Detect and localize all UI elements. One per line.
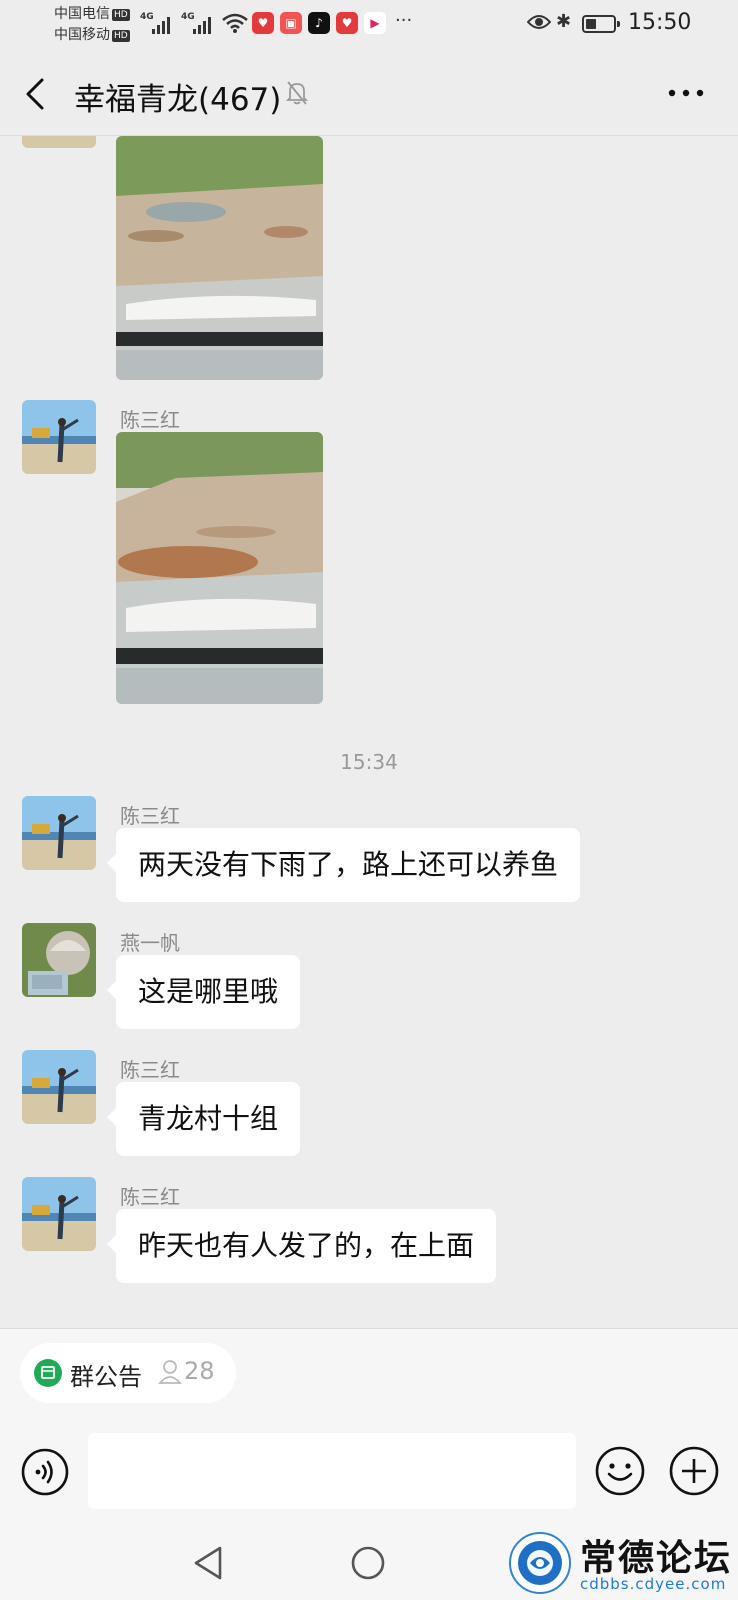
eye-icon bbox=[527, 15, 551, 29]
group-notice-chip[interactable]: 群公告 28 bbox=[20, 1343, 236, 1403]
chat-header: 幸福青龙(467) bbox=[0, 50, 738, 136]
sender-name: 陈三红 bbox=[120, 804, 180, 828]
nav-back-icon[interactable] bbox=[192, 1544, 226, 1582]
message-bubble[interactable]: 两天没有下雨了，路上还可以养鱼 bbox=[106, 828, 581, 902]
mute-bell-icon bbox=[286, 81, 308, 105]
carrier-1: 中国电信 HD bbox=[54, 6, 130, 22]
play-app-icon: ▶ bbox=[364, 12, 386, 34]
more-dots-icon[interactable] bbox=[668, 88, 704, 98]
time-divider: 15:34 bbox=[340, 750, 398, 774]
forum-watermark: 常德论坛 cdbbs.cdyee.com bbox=[508, 1527, 738, 1600]
tiktok-icon: ♪ bbox=[308, 12, 330, 34]
heart-app-icon: ♥ bbox=[252, 12, 274, 34]
wifi-icon bbox=[222, 13, 248, 33]
sender-name: 燕一帆 bbox=[120, 931, 180, 955]
watermark-text: 常德论坛 bbox=[580, 1537, 733, 1579]
message-bubble[interactable]: 这是哪里哦 bbox=[106, 955, 301, 1029]
sender-name: 陈三红 bbox=[120, 1185, 180, 1209]
beach-avatar[interactable] bbox=[22, 796, 96, 870]
battery-icon bbox=[582, 15, 620, 33]
notice-icon bbox=[34, 1359, 62, 1387]
beach-avatar[interactable] bbox=[22, 1177, 96, 1251]
notice-count: 28 bbox=[184, 1357, 215, 1385]
beach-avatar[interactable] bbox=[22, 136, 96, 148]
forum-logo-icon bbox=[509, 1532, 571, 1594]
person-icon bbox=[158, 1360, 182, 1384]
back-arrow-icon[interactable] bbox=[22, 74, 52, 114]
beach-avatar[interactable] bbox=[22, 1050, 96, 1124]
sender-name: 陈三红 bbox=[120, 408, 180, 432]
more-notifications-icon: ··· bbox=[395, 10, 413, 31]
bluetooth-icon: ✱ bbox=[556, 11, 572, 32]
voice-icon[interactable] bbox=[20, 1447, 70, 1497]
message-input[interactable] bbox=[88, 1433, 576, 1509]
chat-image[interactable] bbox=[116, 432, 323, 704]
group-notice-label: 群公告 bbox=[70, 1363, 142, 1391]
sender-name: 陈三红 bbox=[120, 1058, 180, 1082]
status-bar: 中国电信 HD 中国移动 HD 4G 4G ♥ ▣ ♪ ♥ ▶ ··· ✱ 15:5… bbox=[0, 0, 738, 50]
helmet-avatar[interactable] bbox=[22, 923, 96, 997]
message-bubble[interactable]: 青龙村十组 bbox=[106, 1082, 301, 1156]
heart-app-icon: ♥ bbox=[336, 12, 358, 34]
plus-icon[interactable] bbox=[668, 1445, 720, 1497]
nav-home-icon[interactable] bbox=[350, 1545, 386, 1581]
beach-avatar[interactable] bbox=[22, 400, 96, 474]
watermark-url: cdbbs.cdyee.com bbox=[580, 1575, 727, 1593]
message-bubble[interactable]: 昨天也有人发了的，在上面 bbox=[106, 1209, 497, 1283]
carrier-2: 中国移动 HD bbox=[54, 27, 130, 43]
status-time: 15:50 bbox=[628, 10, 692, 35]
chat-feed[interactable]: 陈三红 15:34 陈三红 两天没有下雨了，路上还可以养鱼 燕一帆 这是哪里哦 … bbox=[0, 136, 738, 1328]
chat-input-area: 群公告 28 常德论坛 cdbbs.cdyee.com bbox=[0, 1328, 738, 1600]
chat-title: 幸福青龙(467) bbox=[74, 82, 282, 118]
emoji-icon[interactable] bbox=[594, 1445, 646, 1497]
book-app-icon: ▣ bbox=[280, 12, 302, 34]
chat-image[interactable] bbox=[116, 136, 323, 380]
